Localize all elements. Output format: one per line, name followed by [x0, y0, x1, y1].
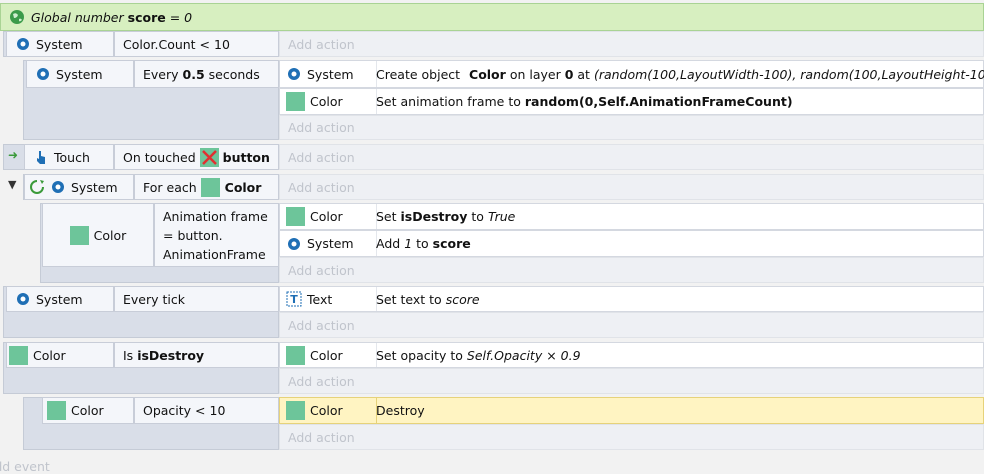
add-action[interactable]: Add action	[279, 31, 984, 57]
gear-icon	[288, 68, 300, 80]
gear-icon	[17, 38, 29, 50]
event-1-object[interactable]: System	[6, 31, 114, 57]
event-4-condition[interactable]: For each Color	[134, 174, 279, 200]
add-action[interactable]: Add action	[279, 424, 984, 450]
global-suffix: = 0	[169, 9, 193, 25]
event-6-object[interactable]: System	[6, 286, 114, 312]
add-action[interactable]: Add action	[279, 257, 984, 283]
event-2-object[interactable]: System	[26, 60, 134, 88]
color-sprite-icon	[286, 401, 305, 420]
event-8-object[interactable]: Color	[42, 397, 134, 424]
gear-icon	[17, 293, 29, 305]
collapse-arrow-icon[interactable]: ▼	[8, 178, 16, 191]
trigger-arrow-icon: ➜	[8, 148, 19, 162]
event-7-object[interactable]: Color	[6, 342, 114, 368]
add-action[interactable]: Add action	[279, 174, 984, 200]
event-7-condition[interactable]: Is isDestroy	[114, 342, 279, 368]
action-destroy[interactable]: Color Destroy	[279, 397, 984, 424]
event-8-condition[interactable]: Opacity < 10	[134, 397, 279, 424]
action-create-object[interactable]: System Create object Color on layer 0 at…	[279, 60, 984, 88]
gear-icon	[37, 68, 49, 80]
color-sprite-icon	[200, 177, 220, 197]
text-object-icon: T	[286, 291, 302, 307]
color-sprite-icon	[286, 92, 305, 111]
button-sprite-icon	[199, 147, 219, 167]
add-action[interactable]: Add action	[279, 115, 984, 140]
globe-icon	[10, 10, 24, 24]
event-6-condition[interactable]: Every tick	[114, 286, 279, 312]
event-1-condition[interactable]: Color.Count < 10	[114, 31, 279, 57]
action-set-opacity[interactable]: Color Set opacity to Self.Opacity × 0.9	[279, 342, 984, 368]
color-sprite-icon	[286, 345, 305, 365]
add-action[interactable]: Add action	[279, 312, 984, 338]
svg-text:T: T	[290, 293, 298, 306]
global-name: score	[127, 9, 166, 25]
color-sprite-icon	[9, 345, 28, 365]
event-5-object[interactable]: Color	[42, 203, 154, 267]
add-action[interactable]: Add action	[279, 368, 984, 394]
action-add-score[interactable]: System Add 1 to score	[279, 230, 984, 257]
action-set-isdestroy[interactable]: Color Set isDestroy to True	[279, 203, 984, 230]
color-sprite-icon	[47, 401, 66, 420]
event-3-object[interactable]: Touch	[24, 144, 114, 170]
color-sprite-icon	[286, 207, 305, 226]
event-4-object[interactable]: System	[24, 174, 134, 200]
color-sprite-icon	[69, 225, 89, 245]
action-set-animation-frame[interactable]: Color Set animation frame to random(0,Se…	[279, 88, 984, 115]
global-prefix: Global number	[31, 9, 124, 25]
event-5-condition[interactable]: Animation frame = button. AnimationFrame	[154, 203, 279, 267]
event-2-condition[interactable]: Every 0.5 seconds	[134, 60, 279, 88]
action-set-text[interactable]: T Text Set text to score	[279, 286, 984, 312]
gear-icon	[52, 181, 64, 193]
add-action[interactable]: Add action	[279, 144, 984, 170]
touch-hand-icon	[37, 151, 45, 164]
loop-icon	[30, 180, 44, 194]
event-3-condition[interactable]: On touched button	[114, 144, 279, 170]
gear-icon	[288, 237, 300, 250]
global-variable-row[interactable]: Global number score = 0	[0, 3, 984, 31]
